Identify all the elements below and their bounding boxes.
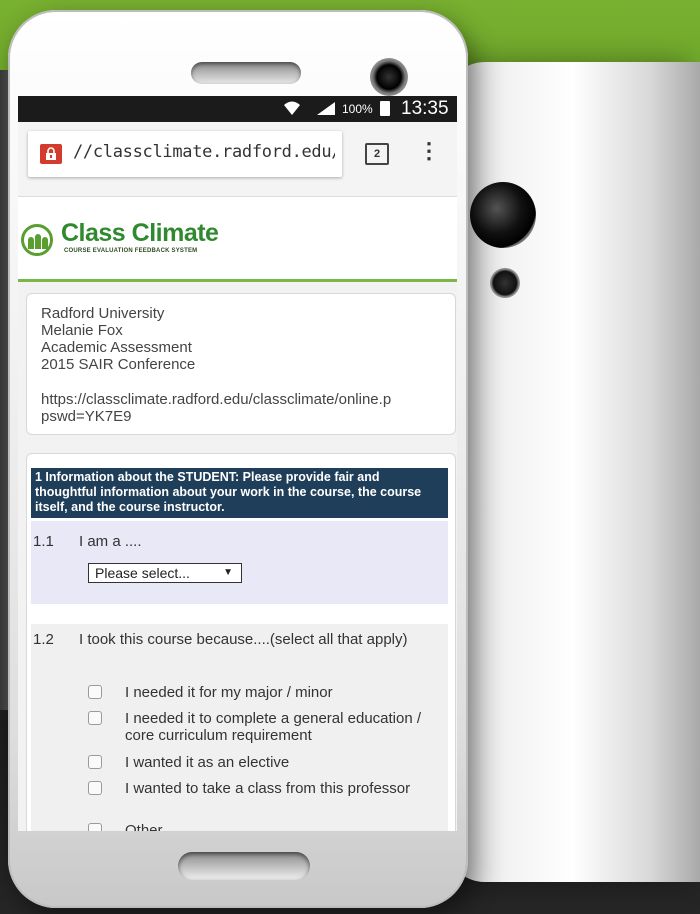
option-label: I wanted to take a class from this profe… (125, 780, 411, 797)
site-header: Class Climate COURSE EVALUATION FEEDBACK… (18, 197, 457, 282)
battery-percent: 100% (342, 102, 373, 116)
university-name: Radford University (41, 305, 165, 322)
question-text: I took this course because....(select al… (79, 631, 408, 648)
checkbox[interactable] (88, 755, 102, 769)
earpiece-speaker (191, 62, 301, 84)
question-number: 1.1 (33, 533, 54, 550)
phone-back (445, 62, 700, 882)
question-text: I am a .... (79, 533, 142, 550)
student-type-select[interactable]: Please select... ▼ (88, 563, 242, 583)
instructor-name: Melanie Fox (41, 322, 123, 339)
survey-link-password[interactable]: pswd=YK7E9 (41, 408, 131, 425)
front-camera-icon (370, 58, 408, 96)
bottom-speaker (178, 852, 310, 880)
question-1-1: 1.1 I am a .... Please select... ▼ (31, 521, 448, 604)
option-label: I wanted it as an elective (125, 754, 290, 771)
wifi-icon (283, 100, 301, 119)
rear-flash-icon (490, 268, 520, 298)
option-label: I needed it for my major / minor (125, 684, 333, 701)
checkbox[interactable] (88, 823, 102, 831)
dropdown-arrow-icon: ▼ (223, 567, 233, 578)
logo-subtitle: COURSE EVALUATION FEEDBACK SYSTEM (64, 248, 198, 254)
survey-info-card: Radford University Melanie Fox Academic … (26, 293, 456, 435)
phone-screen: 100% 13:35 //classclimate.radford.edu/c … (18, 96, 457, 831)
survey-link[interactable]: https://classclimate.radford.edu/classcl… (41, 391, 391, 408)
select-value: Please select... (95, 565, 190, 581)
lock-icon (40, 144, 62, 164)
menu-button[interactable]: ⋮ (418, 137, 440, 167)
logo-title: Class Climate (61, 219, 219, 247)
signal-icon (315, 100, 337, 119)
questionnaire-card: 1 Information about the STUDENT: Please … (26, 453, 456, 831)
checkbox[interactable] (88, 711, 102, 725)
tab-switcher-button[interactable]: 2 (365, 143, 389, 165)
course-name: 2015 SAIR Conference (41, 356, 196, 373)
address-bar[interactable]: //classclimate.radford.edu/c (28, 131, 342, 177)
section-header: 1 Information about the STUDENT: Please … (31, 468, 448, 518)
checkbox[interactable] (88, 685, 102, 699)
option-label: Other (125, 822, 163, 831)
battery-icon (380, 101, 390, 116)
browser-toolbar: //classclimate.radford.edu/c 2 ⋮ (18, 122, 457, 197)
option-label: I needed it to complete a general educat… (125, 710, 422, 744)
checkbox[interactable] (88, 781, 102, 795)
department-name: Academic Assessment (41, 339, 192, 356)
question-1-2: 1.2 I took this course because....(selec… (31, 624, 448, 831)
status-bar: 100% 13:35 (18, 96, 457, 122)
rear-camera-icon (470, 182, 536, 248)
class-climate-logo-icon (21, 224, 53, 256)
clock: 13:35 (401, 98, 449, 119)
question-number: 1.2 (33, 631, 54, 648)
url-text[interactable]: //classclimate.radford.edu/c (73, 142, 335, 162)
